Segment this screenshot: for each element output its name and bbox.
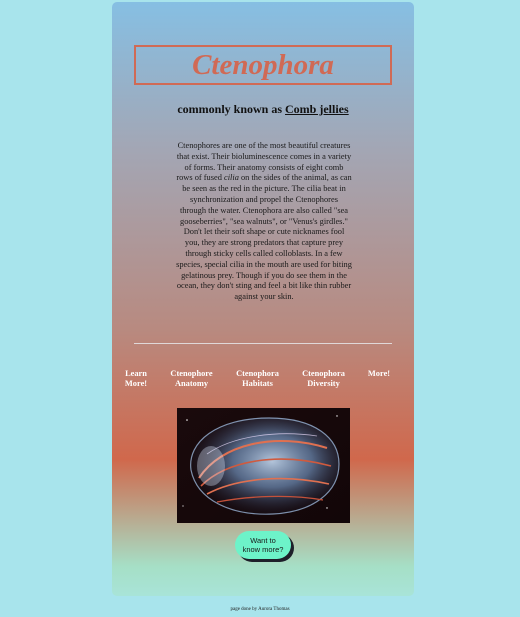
nav-diversity[interactable]: Ctenophora Diversity: [298, 369, 349, 389]
cta-line1: Want to: [250, 536, 276, 545]
subtitle-prefix: commonly known as: [177, 102, 286, 116]
nav-bar: Learn More! Ctenophore Anatomy Ctenophor…: [112, 369, 414, 393]
divider: [134, 343, 392, 344]
nav-more-label: More!: [367, 369, 391, 378]
content-card: Ctenophora commonly known as Comb jellie…: [112, 2, 414, 596]
title-box: Ctenophora: [134, 45, 392, 85]
nav-learn-more-line2: More!: [124, 379, 148, 388]
nav-learn-more-line1: Learn: [125, 369, 147, 378]
want-to-know-more-button[interactable]: Want to know more?: [235, 531, 291, 559]
nav-diversity-line1: Ctenophora: [302, 369, 345, 378]
cta-line2: know more?: [242, 545, 284, 554]
subtitle: commonly known as Comb jellies: [112, 102, 414, 117]
comb-jelly-illustration: [177, 408, 350, 523]
nav-more[interactable]: More!: [363, 369, 395, 379]
description-paragraph: Ctenophores are one of the most beautifu…: [176, 141, 352, 303]
comb-jelly-photo: [177, 408, 350, 523]
nav-anatomy[interactable]: Ctenophore Anatomy: [166, 369, 217, 389]
nav-habitats-line2: Habitats: [242, 379, 273, 388]
nav-learn-more[interactable]: Learn More!: [120, 369, 152, 389]
description-cilia-term: cilia: [224, 173, 239, 183]
nav-habitats[interactable]: Ctenophora Habitats: [232, 369, 283, 389]
nav-anatomy-line1: Ctenophore: [170, 369, 213, 378]
comb-jellies-link[interactable]: Comb jellies: [285, 102, 349, 116]
footer-credit: page done by Aurora Thomas: [230, 607, 290, 612]
nav-habitats-line1: Ctenophora: [236, 369, 279, 378]
description-part2: on the sides of the animal, as can be se…: [176, 173, 352, 302]
nav-anatomy-line2: Anatomy: [174, 379, 209, 388]
nav-diversity-line2: Diversity: [307, 379, 340, 388]
page-title: Ctenophora: [192, 48, 334, 81]
